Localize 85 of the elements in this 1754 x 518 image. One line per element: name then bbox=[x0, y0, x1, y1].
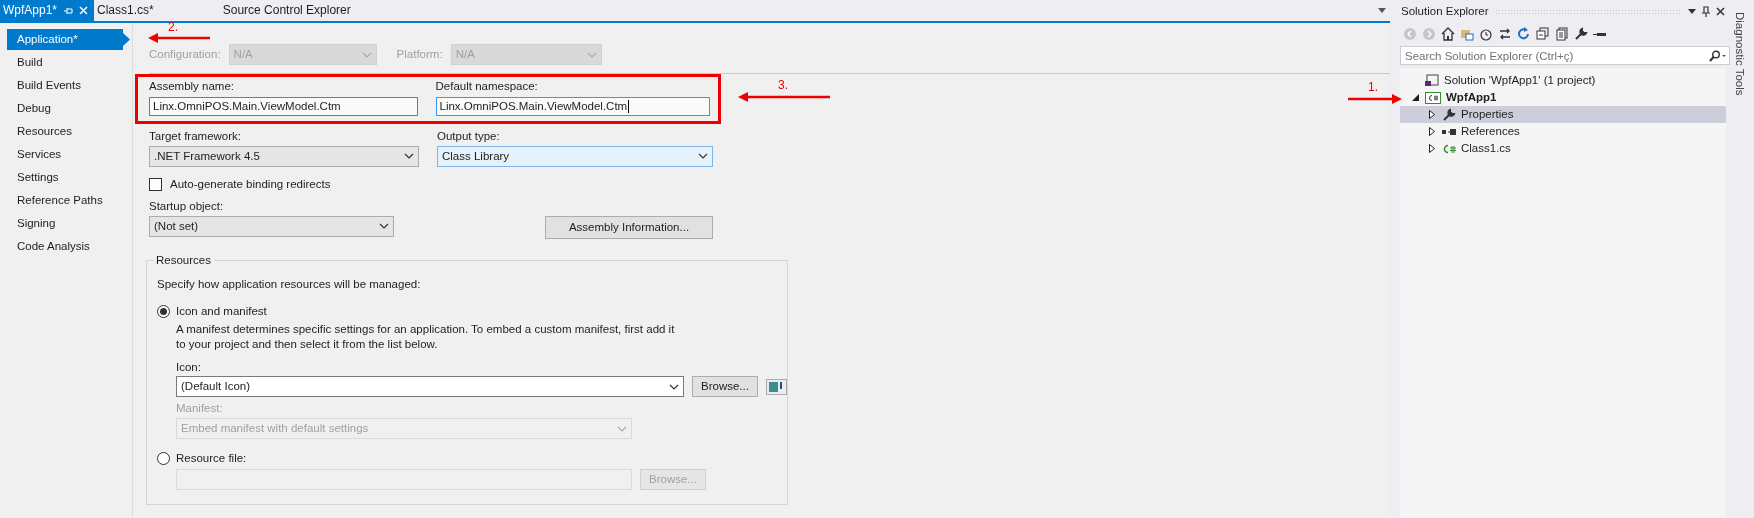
dropdown[interactable]: Class Library bbox=[437, 145, 713, 167]
radio-button[interactable] bbox=[157, 304, 170, 318]
references-icon bbox=[1442, 127, 1456, 136]
sidebar-item[interactable]: Settings bbox=[7, 167, 130, 188]
annotation-number: 3. bbox=[778, 78, 788, 94]
checkbox-label: Auto-generate binding redirects bbox=[170, 176, 331, 192]
field-label: Target framework: bbox=[149, 128, 243, 144]
sidebar-item[interactable]: Code Analysis bbox=[7, 236, 130, 257]
field-label: Output type: bbox=[437, 128, 501, 144]
home-icon[interactable] bbox=[1441, 27, 1455, 41]
browse-button: Browse... bbox=[640, 469, 706, 491]
sidebar-item[interactable]: Signing bbox=[7, 213, 130, 234]
close-icon[interactable] bbox=[1716, 6, 1725, 16]
text-field[interactable]: Linx.OmniPOS.Main.ViewModel.Ctm bbox=[435, 96, 710, 116]
annotation-number: 1. bbox=[1368, 80, 1378, 96]
dropdown[interactable]: (Default Icon) bbox=[176, 376, 684, 398]
radio-button[interactable] bbox=[157, 452, 170, 466]
collapsed-arrow-icon[interactable] bbox=[1429, 127, 1435, 136]
refresh-icon[interactable] bbox=[1517, 27, 1531, 41]
field-label: Platform: bbox=[396, 47, 443, 62]
sidebar-item[interactable]: Build Events bbox=[7, 75, 130, 96]
sidebar-item[interactable]: Resources bbox=[7, 121, 130, 142]
field-label: Icon: bbox=[176, 359, 202, 375]
dropdown: N/A bbox=[228, 44, 377, 65]
expanded-arrow-icon[interactable] bbox=[1412, 94, 1419, 101]
search-field[interactable]: Search Solution Explorer (Ctrl+ç) bbox=[1400, 46, 1730, 65]
tree-item[interactable]: References bbox=[1400, 123, 1726, 140]
document-tab[interactable]: Source Control Explorer bbox=[219, 0, 357, 21]
field-label: Startup object: bbox=[149, 198, 225, 214]
annotation-arrow bbox=[1348, 94, 1402, 104]
tree-item[interactable]: Class1.cs bbox=[1400, 140, 1726, 157]
collapsed-arrow-icon[interactable] bbox=[1429, 144, 1435, 153]
chevron-down-icon bbox=[669, 383, 679, 390]
tree-item[interactable]: Solution 'WpfApp1' (1 project) bbox=[1400, 72, 1726, 89]
collapsed-arrow-icon[interactable] bbox=[1429, 110, 1435, 119]
hint-text: Specify how application resources will be managed: bbox=[157, 276, 422, 292]
dropdown[interactable]: (Not set) bbox=[149, 215, 394, 237]
browse-button[interactable]: Browse... bbox=[692, 376, 758, 398]
sidebar-item[interactable]: Build bbox=[7, 52, 130, 73]
sidebar-item[interactable]: Services bbox=[7, 144, 130, 165]
files-icon[interactable] bbox=[1555, 27, 1569, 41]
field-label: Assembly name: bbox=[149, 79, 235, 94]
document-tab[interactable]: Class1.cs* bbox=[94, 0, 160, 21]
chevron-down-icon bbox=[379, 223, 389, 230]
field-label: Default namespace: bbox=[435, 79, 539, 94]
description-text: A manifest determines specific settings for an application. To embed a custom manifest, first add it to your project and then select it from the list below. bbox=[176, 321, 676, 352]
dropdown[interactable]: .NET Framework 4.5 bbox=[149, 145, 419, 167]
document-tab[interactable]: WpfApp1* bbox=[0, 0, 95, 21]
field-label: Configuration: bbox=[149, 47, 221, 62]
pin-icon bbox=[63, 6, 74, 15]
csharp-file-icon bbox=[1442, 143, 1456, 154]
tree-item[interactable]: WpfApp1 bbox=[1400, 89, 1726, 106]
tree-item[interactable]: Properties bbox=[1400, 106, 1726, 123]
assembly-information-button[interactable]: Assembly Information... bbox=[545, 215, 713, 239]
annotation-arrow bbox=[148, 33, 210, 43]
icon-preview bbox=[765, 378, 787, 395]
field-label: Manifest: bbox=[176, 401, 224, 417]
wrench-icon[interactable] bbox=[1574, 27, 1588, 41]
radio-label: Icon and manifest bbox=[176, 303, 267, 319]
sidebar-item[interactable]: Reference Paths bbox=[7, 190, 130, 211]
clock-icon[interactable] bbox=[1479, 27, 1493, 41]
sync-icon[interactable] bbox=[1498, 27, 1512, 41]
dropdown: Embed manifest with default settings bbox=[176, 418, 632, 440]
dropdown-icon[interactable] bbox=[1688, 8, 1696, 14]
dropdown: N/A bbox=[450, 44, 602, 65]
pin-icon[interactable] bbox=[1702, 5, 1710, 17]
chevron-down-icon bbox=[361, 51, 372, 58]
solution-icon bbox=[1425, 74, 1439, 87]
dropdown-icon[interactable] bbox=[1378, 8, 1386, 13]
sidebar-item[interactable]: Application* bbox=[7, 29, 130, 50]
csharp-project-icon bbox=[1425, 91, 1441, 104]
radio-label: Resource file: bbox=[176, 451, 247, 467]
wrench-icon bbox=[1442, 108, 1456, 121]
chevron-down-icon bbox=[404, 153, 414, 160]
text-field[interactable]: Linx.OmniPOS.Main.ViewModel.Ctm bbox=[149, 96, 418, 116]
sidebar-item[interactable]: Debug bbox=[7, 98, 130, 119]
collapse-icon[interactable] bbox=[1536, 27, 1550, 41]
annotation-number: 2. bbox=[168, 20, 178, 36]
folder-switch-icon[interactable] bbox=[1460, 27, 1474, 41]
chevron-down-icon bbox=[586, 51, 597, 58]
panel-title: Solution Explorer bbox=[1401, 3, 1489, 19]
side-tab[interactable]: Diagnostic Tools bbox=[1732, 12, 1748, 518]
checkbox[interactable] bbox=[149, 177, 162, 191]
chevron-down-icon bbox=[698, 153, 708, 160]
chevron-down-icon bbox=[617, 425, 627, 432]
